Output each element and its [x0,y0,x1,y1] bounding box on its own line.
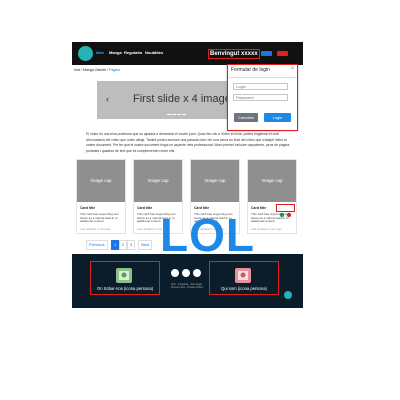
card-meta: Last updated 3 mins ago [80,227,111,231]
carousel-indicators[interactable] [167,114,189,116]
scroll-to-top-icon[interactable] [284,291,292,299]
find-us-box[interactable]: On trobar-nos (icona persona) [90,261,160,295]
carousel-indicator[interactable] [182,114,186,115]
overlay-text: LOL [160,209,255,261]
card-image: Image cap [191,160,239,202]
logo-icon[interactable] [78,46,93,61]
login-dialog: Formular de login × Cancelar Login [227,64,298,131]
breadcrumb-current: Pagina [109,68,120,72]
breadcrumb-section[interactable]: Manga Gabriel [83,68,106,72]
intro-paragraph: El vídeo és una eina poderosa que us aju… [86,132,291,153]
facebook-icon[interactable] [171,269,179,277]
pagination-previous[interactable]: Previous [86,240,108,250]
card-title: Card title [137,206,153,210]
welcome-message: Benvingut xxxxx [208,49,260,59]
nav-item-regulatio[interactable]: Regulatio [124,50,142,55]
pagination-page[interactable]: 1 [111,240,120,250]
nav-red-button[interactable] [277,51,288,56]
instagram-icon[interactable] [182,269,190,277]
carousel-indicator[interactable] [167,114,171,115]
login-title: Formular de login [231,67,270,73]
pagination-page[interactable]: 2 [119,240,128,250]
nav-blue-button[interactable] [261,51,272,56]
pagination-page[interactable]: 3 [127,240,136,250]
carousel-indicator[interactable] [177,114,181,115]
login-input[interactable] [233,83,288,90]
find-us-label: On trobar-nos (icona persona) [96,286,154,291]
cancel-button[interactable]: Cancelar [234,113,258,122]
about-us-label: Qui som (icona persona) [221,286,267,291]
login-button[interactable]: Login [264,113,291,122]
password-input[interactable] [233,94,288,101]
card-title: Card title [80,206,96,210]
person-icon [116,268,132,283]
person-icon [235,268,251,283]
about-us-box[interactable]: Qui som (icona persona) [209,261,279,295]
breadcrumb-home[interactable]: Inici [74,68,80,72]
nav-item-manga[interactable]: Manga [109,50,122,55]
nav-item-noutaties[interactable]: Noutăties [145,50,163,55]
card-text: This card has supporting text below as a… [251,212,290,224]
footer-links[interactable]: Inici · Contacte · Avís legal · Termes d… [171,283,205,290]
twitter-icon[interactable] [193,269,201,277]
close-icon[interactable]: × [291,66,294,72]
pagination-next[interactable]: Next [138,240,153,250]
footer: On trobar-nos (icona persona) Inici · Co… [72,254,303,308]
card-action-icons[interactable] [276,204,295,218]
carousel-caption: First slide x 4 images [133,93,237,105]
carousel-indicator[interactable] [172,114,176,115]
chevron-left-icon[interactable]: ‹ [106,94,109,104]
divider [228,77,297,78]
breadcrumb: Inici / Manga Gabriel / Pagina [74,68,120,72]
card-image: Image cap [77,160,125,202]
card[interactable]: Image cap Card title This card has suppo… [76,159,126,234]
nav-item-idee[interactable]: Idee [96,50,104,55]
top-navbar: Idee Manga Regulatio Noutăties Benvingut… [72,42,303,65]
card-image: Image cap [248,160,296,202]
card-text: This card has supporting text below as a… [80,212,119,224]
card-meta: Last updated 3 mins ago [251,227,282,231]
card-image: Image cap [134,160,182,202]
